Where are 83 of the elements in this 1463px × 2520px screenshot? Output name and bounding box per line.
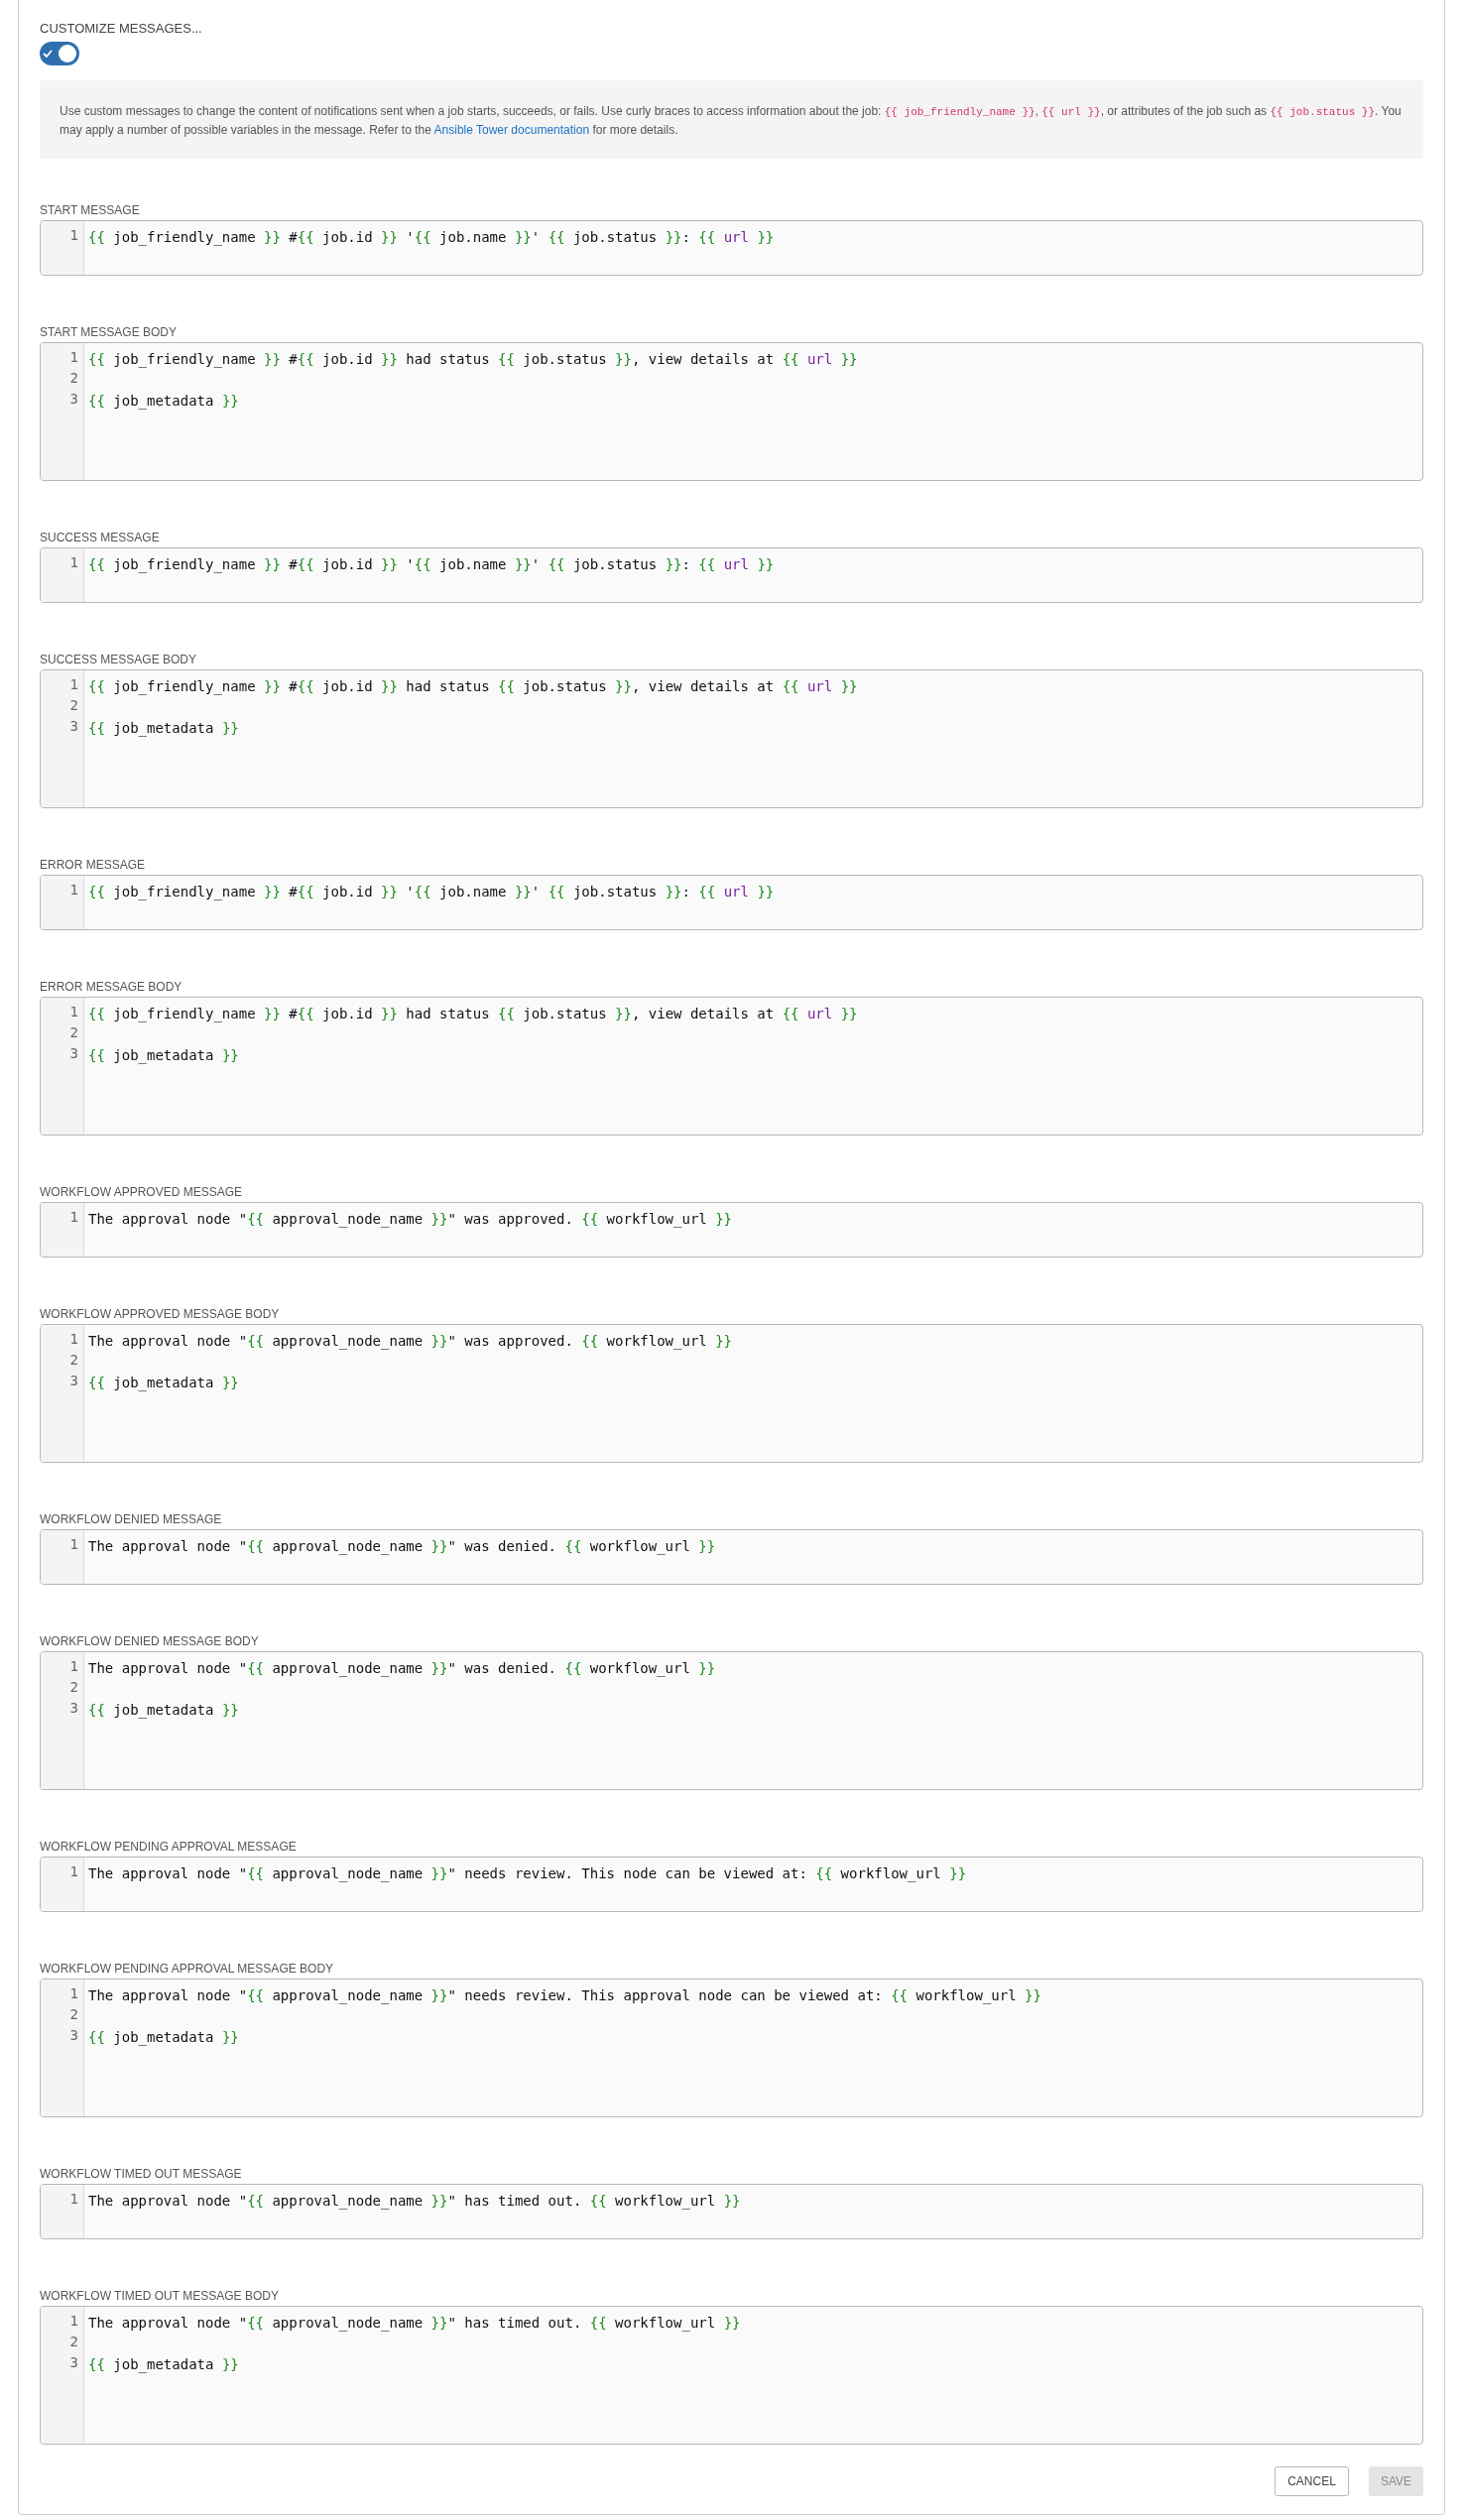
- field-label: WORKFLOW APPROVED MESSAGE BODY: [40, 1307, 280, 1321]
- field-label: WORKFLOW APPROVED MESSAGE: [40, 1185, 243, 1199]
- line-number: 3: [69, 2353, 78, 2372]
- code-line: The approval node "{{ approval_node_name }}" has timed out. {{ workflow_url }}: [88, 2315, 741, 2331]
- line-number: 1: [69, 226, 78, 245]
- code-editor[interactable]: 1 The approval node "{{ approval_node_name }}" was approved. {{ workflow_url }}: [40, 1202, 1423, 1258]
- line-number: 2: [69, 2333, 78, 2351]
- code-line: {{ job_metadata }}: [88, 1375, 239, 1390]
- code-line: {{ job_friendly_name }} #{{ job.id }} had status {{ job.status }}, view details at {{ url }}: [88, 351, 858, 367]
- field-label: WORKFLOW PENDING APPROVAL MESSAGE: [40, 1840, 297, 1854]
- line-number: 1: [69, 2312, 78, 2331]
- line-number: 1: [69, 1535, 78, 1554]
- cancel-button[interactable]: CANCEL: [1275, 2466, 1349, 2496]
- code-line: {{ job_friendly_name }} #{{ job.id }} '{{ job.name }}' {{ job.status }}: {{ url }}: [88, 884, 775, 900]
- code-editor[interactable]: 1 2 3 The approval node "{{ approval_node_name }}" was approved. {{ workflow_url }} {{ job_metadata }}: [40, 1324, 1423, 1463]
- code-editor[interactable]: 1 2 3 {{ job_friendly_name }} #{{ job.id }} had status {{ job.status }}, view details at {{ url }} {{ job_metadata }}: [40, 997, 1423, 1136]
- code-line: The approval node "{{ approval_node_name }}" was approved. {{ workflow_url }}: [88, 1211, 733, 1227]
- line-number: 3: [69, 717, 78, 736]
- code-editor[interactable]: 1 The approval node "{{ approval_node_name }}" has timed out. {{ workflow_url }}: [40, 2184, 1423, 2239]
- line-number: 2: [69, 1678, 78, 1697]
- line-number: 1: [69, 1984, 78, 2003]
- line-number: 1: [69, 1330, 78, 1349]
- code-editor[interactable]: 1 {{ job_friendly_name }} #{{ job.id }} '{{ job.name }}' {{ job.status }}: {{ url }}: [40, 547, 1423, 603]
- line-number: 3: [69, 1044, 78, 1063]
- field-label: ERROR MESSAGE BODY: [40, 980, 183, 994]
- code-editor[interactable]: 1 The approval node "{{ approval_node_name }}" needs review. This node can be viewed at: {{ workflow_url }}: [40, 1857, 1423, 1912]
- code-line: {{ job_friendly_name }} #{{ job.id }} had status {{ job.status }}, view details at {{ url }}: [88, 678, 858, 694]
- field-label: START MESSAGE: [40, 203, 140, 217]
- field-label: WORKFLOW TIMED OUT MESSAGE: [40, 2167, 242, 2181]
- code-line: The approval node "{{ approval_node_name }}" has timed out. {{ workflow_url }}: [88, 2193, 741, 2209]
- code-line: The approval node "{{ approval_node_name }}" needs review. This approval node can be viewed at: {{ workflow_url }}: [88, 1987, 1041, 2003]
- field-label: ERROR MESSAGE: [40, 858, 146, 872]
- line-number: 1: [69, 1208, 78, 1227]
- info-text: Use custom messages to change the content of notifications sent when a job starts, succeeds, or fails. Use curly braces to access information about the job: {{ job_friendly_name }}, {{ url }}, or attributes of the job such as {{ job.status }}. You may apply a number of possible variables in the message. Refer to the Ansible Tower documentation for more details.: [60, 103, 1402, 139]
- field-label: WORKFLOW DENIED MESSAGE BODY: [40, 1634, 259, 1648]
- code-line: {{ job_friendly_name }} #{{ job.id }} '{{ job.name }}' {{ job.status }}: {{ url }}: [88, 556, 775, 572]
- code-line: The approval node "{{ approval_node_name }}" was denied. {{ workflow_url }}: [88, 1538, 716, 1554]
- line-number: 1: [69, 2190, 78, 2209]
- line-number: 1: [69, 881, 78, 900]
- line-number: 1: [69, 1657, 78, 1676]
- code-line: The approval node "{{ approval_node_name }}" was approved. {{ workflow_url }}: [88, 1333, 733, 1349]
- code-editor[interactable]: 1 2 3 The approval node "{{ approval_node_name }}" was denied. {{ workflow_url }} {{ job_metadata }}: [40, 1651, 1423, 1790]
- code-line: {{ job_friendly_name }} #{{ job.id }} '{{ job.name }}' {{ job.status }}: {{ url }}: [88, 229, 775, 245]
- code-line: {{ job_metadata }}: [88, 2029, 239, 2045]
- code-line: {{ job_metadata }}: [88, 1702, 239, 1718]
- code-line: {{ job_metadata }}: [88, 720, 239, 736]
- line-number: 3: [69, 1372, 78, 1390]
- code-editor[interactable]: 1 2 3 {{ job_friendly_name }} #{{ job.id }} had status {{ job.status }}, view details at {{ url }} {{ job_metadata }}: [40, 342, 1423, 481]
- line-number: 1: [69, 1003, 78, 1021]
- check-icon: [43, 50, 53, 58]
- code-editor[interactable]: 1 {{ job_friendly_name }} #{{ job.id }} '{{ job.name }}' {{ job.status }}: {{ url }}: [40, 220, 1423, 276]
- line-number: 3: [69, 1699, 78, 1718]
- customize-label: CUSTOMIZE MESSAGES...: [40, 21, 202, 36]
- line-number: 1: [69, 675, 78, 694]
- code-line: {{ job_metadata }}: [88, 1047, 239, 1063]
- line-number: 1: [69, 348, 78, 367]
- field-label: SUCCESS MESSAGE: [40, 531, 160, 544]
- field-label: WORKFLOW TIMED OUT MESSAGE BODY: [40, 2289, 279, 2303]
- code-line: The approval node "{{ approval_node_name }}" was denied. {{ workflow_url }}: [88, 1660, 716, 1676]
- code-line: {{ job_metadata }}: [88, 2356, 239, 2372]
- code-editor[interactable]: 1 2 3 The approval node "{{ approval_node_name }}" has timed out. {{ workflow_url }} {{ job_metadata }}: [40, 2306, 1423, 2445]
- code-line: The approval node "{{ approval_node_name }}" needs review. This node can be viewed at: {{ workflow_url }}: [88, 1865, 967, 1881]
- line-number: 2: [69, 1023, 78, 1042]
- code-editor[interactable]: 1 The approval node "{{ approval_node_name }}" was denied. {{ workflow_url }}: [40, 1529, 1423, 1585]
- code-editor[interactable]: 1 {{ job_friendly_name }} #{{ job.id }} '{{ job.name }}' {{ job.status }}: {{ url }}: [40, 875, 1423, 930]
- line-number: 1: [69, 553, 78, 572]
- code-editor[interactable]: 1 2 3 {{ job_friendly_name }} #{{ job.id }} had status {{ job.status }}, view details at {{ url }} {{ job_metadata }}: [40, 669, 1423, 808]
- code-line: {{ job_metadata }}: [88, 393, 239, 409]
- field-label: START MESSAGE BODY: [40, 325, 178, 339]
- field-label: SUCCESS MESSAGE BODY: [40, 653, 197, 666]
- line-number: 3: [69, 390, 78, 409]
- code-line: {{ job_friendly_name }} #{{ job.id }} had status {{ job.status }}, view details at {{ url }}: [88, 1006, 858, 1021]
- field-label: WORKFLOW DENIED MESSAGE: [40, 1512, 222, 1526]
- line-number: 2: [69, 1351, 78, 1370]
- line-number: 1: [69, 1862, 78, 1881]
- line-number: 3: [69, 2026, 78, 2045]
- line-number: 2: [69, 369, 78, 388]
- code-editor[interactable]: 1 2 3 The approval node "{{ approval_node_name }}" needs review. This approval node can be viewed at: {{ workflow_url }} {{ job_metadata }}: [40, 1979, 1423, 2117]
- line-number: 2: [69, 696, 78, 715]
- field-label: WORKFLOW PENDING APPROVAL MESSAGE BODY: [40, 1962, 334, 1976]
- line-number: 2: [69, 2005, 78, 2024]
- documentation-link[interactable]: Ansible Tower documentation: [433, 123, 590, 137]
- customize-toggle[interactable]: [40, 42, 79, 65]
